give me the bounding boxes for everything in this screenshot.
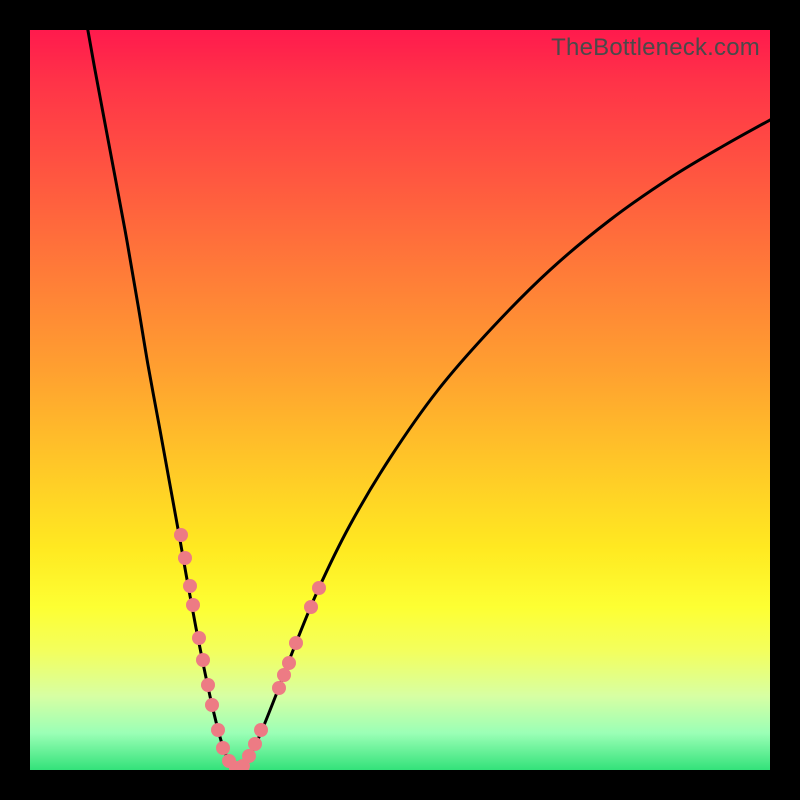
data-dot [174, 528, 188, 542]
data-dot [282, 656, 296, 670]
data-dot [183, 579, 197, 593]
data-dot [272, 681, 286, 695]
data-dot [248, 737, 262, 751]
series-group [85, 30, 770, 770]
data-dot [205, 698, 219, 712]
data-dot [196, 653, 210, 667]
data-dot [192, 631, 206, 645]
data-dot [211, 723, 225, 737]
data-dot [201, 678, 215, 692]
data-dot [216, 741, 230, 755]
data-dot [242, 749, 256, 763]
curve-right-branch [238, 120, 770, 770]
curve-left-branch [85, 30, 238, 770]
chart-frame: TheBottleneck.com [0, 0, 800, 800]
dots-group [174, 528, 326, 770]
data-dot [186, 598, 200, 612]
data-dot [304, 600, 318, 614]
curve-svg [30, 30, 770, 770]
data-dot [178, 551, 192, 565]
data-dot [312, 581, 326, 595]
data-dot [254, 723, 268, 737]
data-dot [289, 636, 303, 650]
plot-area: TheBottleneck.com [30, 30, 770, 770]
data-dot [277, 668, 291, 682]
